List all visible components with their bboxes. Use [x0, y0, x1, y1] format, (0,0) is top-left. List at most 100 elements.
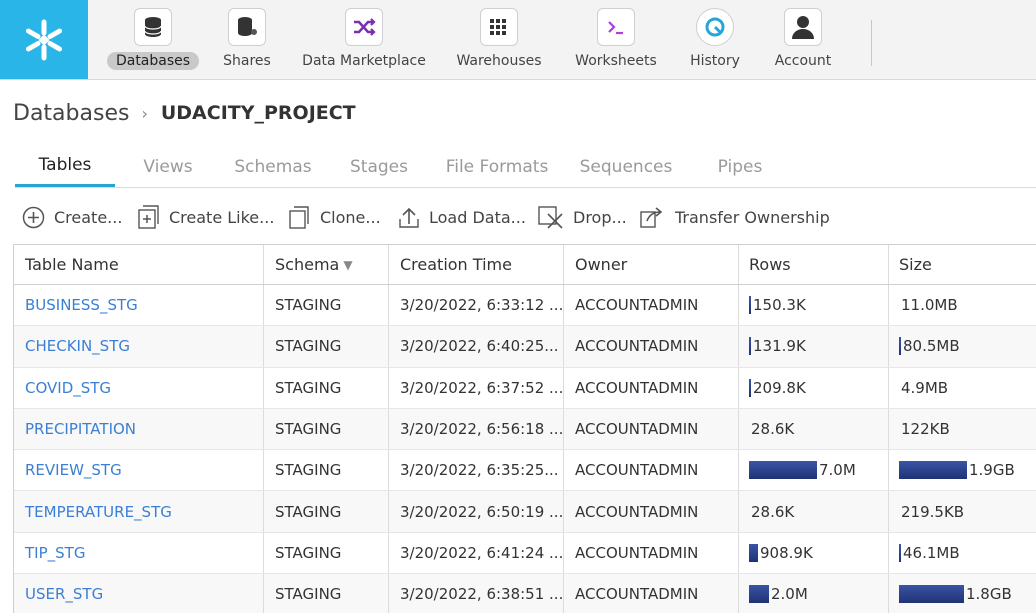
creation-time-cell: 3/20/2022, 6:41:24 ... — [389, 532, 564, 574]
schema-value: STAGING — [275, 585, 342, 604]
table-name-link[interactable]: COVID_STG — [25, 379, 111, 397]
creation-time-cell: 3/20/2022, 6:38:51 ... — [389, 574, 564, 613]
tab-sequences[interactable]: Sequences — [575, 146, 677, 187]
table-name-link[interactable]: REVIEW_STG — [25, 461, 122, 479]
rows-value: 7.0M — [819, 461, 856, 480]
column-header-creation-time[interactable]: Creation Time — [389, 245, 564, 284]
plus-circle-icon — [22, 206, 45, 228]
owner-cell: ACCOUNTADMIN — [564, 450, 739, 491]
size-value: 11.0MB — [901, 296, 958, 315]
table-name-cell: USER_STG — [14, 574, 264, 613]
rows-value: 28.6K — [751, 502, 795, 521]
rows-bar — [749, 296, 751, 315]
tab-tables[interactable]: Tables — [15, 146, 115, 187]
size-cell: 80.5MB — [889, 326, 1036, 366]
nav-account[interactable]: Account — [766, 0, 840, 79]
user-icon — [784, 8, 822, 46]
nav-worksheets[interactable]: Worksheets — [566, 0, 666, 79]
drop-table-icon — [538, 206, 563, 229]
owner-value: ACCOUNTADMIN — [575, 337, 699, 356]
column-header-label: Owner — [575, 255, 628, 274]
nav-shares[interactable]: Shares — [212, 0, 282, 79]
table-name-cell: REVIEW_STG — [14, 450, 264, 491]
create-button[interactable]: Create... — [22, 203, 122, 231]
table-name-link[interactable]: BUSINESS_STG — [25, 296, 138, 314]
shuffle-icon — [345, 8, 383, 46]
table-row[interactable]: TEMPERATURE_STG STAGING 3/20/2022, 6:50:19… — [14, 491, 1036, 533]
snowflake-logo[interactable] — [0, 0, 88, 79]
column-header-owner[interactable]: Owner — [564, 245, 739, 284]
table-row[interactable]: BUSINESS_STG STAGING 3/20/2022, 6:33:12 ..… — [14, 285, 1036, 327]
creation-time-value: 3/20/2022, 6:56:18 ... — [400, 420, 564, 439]
create-like-icon — [138, 205, 159, 229]
tab-pipes[interactable]: Pipes — [708, 146, 772, 187]
upload-icon — [399, 207, 419, 228]
snowflake-icon — [25, 19, 63, 60]
nav-divider — [871, 20, 872, 66]
size-value: 122KB — [901, 420, 950, 439]
tab-file-formats[interactable]: File Formats — [440, 146, 554, 187]
nav-label-warehouses: Warehouses — [456, 53, 542, 69]
table-row[interactable]: TIP_STG STAGING 3/20/2022, 6:41:24 ... ACCO… — [14, 532, 1036, 575]
creation-time-value: 3/20/2022, 6:37:52 ... — [400, 378, 564, 397]
grid-icon — [480, 8, 518, 46]
column-header-rows[interactable]: Rows — [739, 245, 889, 284]
creation-time-cell: 3/20/2022, 6:35:25... — [389, 450, 564, 491]
nav-label-history: History — [690, 53, 740, 69]
sort-descending-icon: ▼ — [343, 257, 353, 272]
size-bar — [899, 543, 901, 562]
owner-value: ACCOUNTADMIN — [575, 502, 699, 521]
column-header-size[interactable]: Size — [889, 245, 1036, 284]
size-cell: 1.8GB — [889, 574, 1036, 613]
breadcrumb: Databases › UDACITY_PROJECT — [13, 99, 356, 127]
nav-history[interactable]: History — [680, 0, 750, 79]
column-header-table-name[interactable]: Table Name — [14, 245, 264, 284]
creation-time-cell: 3/20/2022, 6:33:12 ... — [389, 285, 564, 326]
nav-databases[interactable]: Databases — [106, 0, 200, 79]
breadcrumb-current: UDACITY_PROJECT — [160, 102, 356, 124]
rows-bar — [749, 461, 817, 480]
load-data-button[interactable]: Load Data... — [398, 203, 526, 231]
clone-button[interactable]: Clone... — [288, 203, 381, 231]
nav-warehouses[interactable]: Warehouses — [446, 0, 552, 79]
drop-button[interactable]: Drop... — [538, 203, 627, 231]
table-name-link[interactable]: TEMPERATURE_STG — [25, 503, 172, 521]
table-row[interactable]: COVID_STG STAGING 3/20/2022, 6:37:52 ... AC… — [14, 367, 1036, 409]
rows-bar — [749, 543, 758, 562]
create-like-label: Create Like... — [169, 207, 275, 227]
table-name-link[interactable]: TIP_STG — [25, 544, 85, 562]
transfer-ownership-label: Transfer Ownership — [675, 207, 830, 227]
create-like-button[interactable]: Create Like... — [137, 203, 274, 231]
owner-cell: ACCOUNTADMIN — [564, 491, 739, 532]
schema-cell: STAGING — [264, 408, 389, 450]
nav-data-marketplace[interactable]: Data Marketplace — [296, 0, 432, 79]
schema-cell: STAGING — [264, 574, 389, 613]
creation-time-value: 3/20/2022, 6:40:25... — [400, 337, 559, 356]
table-name-link[interactable]: USER_STG — [25, 585, 103, 603]
rows-cell: 7.0M — [739, 450, 889, 491]
column-header-label: Size — [899, 255, 932, 274]
table-row[interactable]: USER_STG STAGING 3/20/2022, 6:38:51 ... ACC… — [14, 574, 1036, 613]
load-data-label: Load Data... — [429, 207, 526, 227]
tab-schemas[interactable]: Schemas — [227, 146, 319, 187]
clone-label: Clone... — [320, 207, 381, 227]
tab-views[interactable]: Views — [135, 146, 201, 187]
breadcrumb-databases[interactable]: Databases — [13, 101, 129, 126]
rows-value: 28.6K — [751, 420, 795, 439]
table-row[interactable]: REVIEW_STG STAGING 3/20/2022, 6:35:25... AC… — [14, 450, 1036, 492]
creation-time-cell: 3/20/2022, 6:37:52 ... — [389, 367, 564, 408]
tab-stages[interactable]: Stages — [343, 146, 415, 187]
size-bar — [899, 585, 964, 604]
table-name-link[interactable]: PRECIPITATION — [25, 420, 136, 438]
column-header-schema[interactable]: Schema ▼ — [264, 245, 389, 284]
transfer-ownership-button[interactable]: Transfer Ownership — [640, 203, 830, 231]
table-name-link[interactable]: CHECKIN_STG — [25, 337, 130, 355]
size-bar — [899, 461, 967, 480]
rows-bar — [749, 585, 769, 604]
schema-cell: STAGING — [264, 326, 389, 367]
rows-value: 209.8K — [753, 378, 806, 397]
table-row[interactable]: PRECIPITATION STAGING 3/20/2022, 6:56:18 .… — [14, 408, 1036, 451]
table-row[interactable]: CHECKIN_STG STAGING 3/20/2022, 6:40:25... A… — [14, 326, 1036, 368]
nav-label-account: Account — [774, 53, 832, 69]
table-name-cell: BUSINESS_STG — [14, 285, 264, 326]
